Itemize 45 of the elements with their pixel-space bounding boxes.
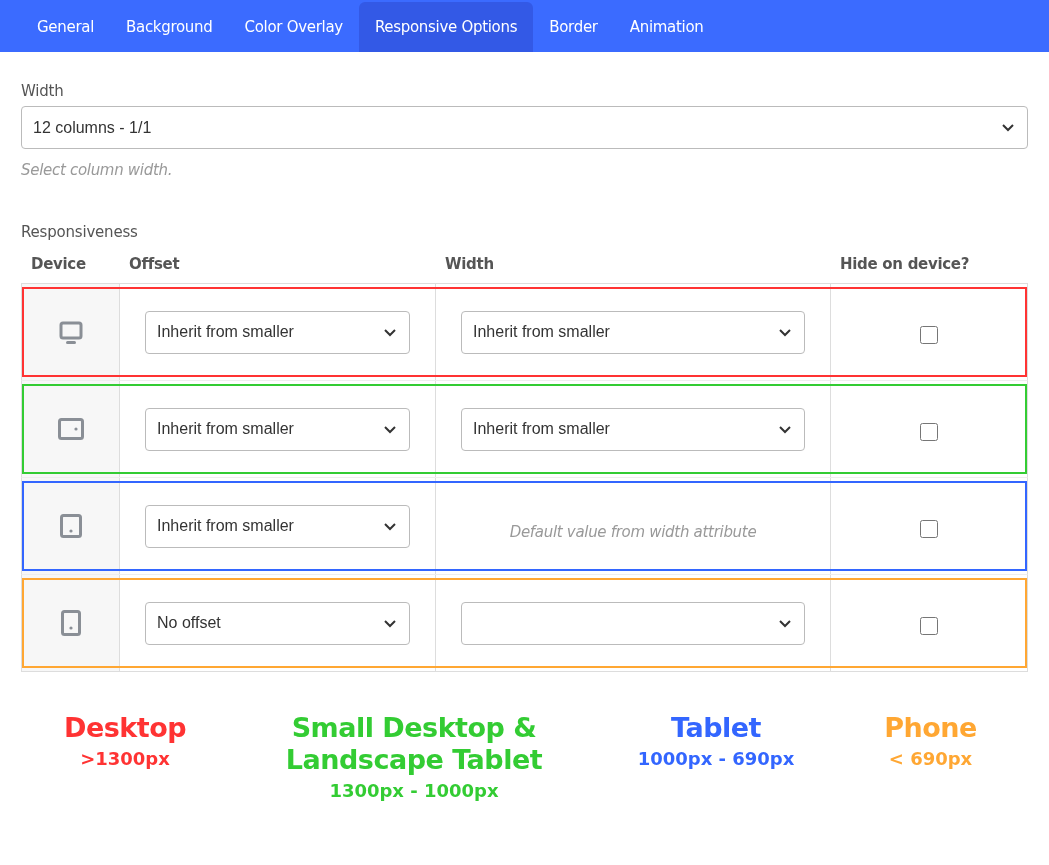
column-header: Device <box>30 255 87 273</box>
offset-select[interactable]: Inherit from smaller <box>145 310 410 354</box>
width-select[interactable]: Inherit from smaller <box>461 310 805 354</box>
monitor-icon <box>57 319 84 345</box>
hide-checkbox[interactable] <box>920 423 938 441</box>
chevron-down-icon <box>383 521 397 531</box>
legend-title: Desktop <box>62 712 187 744</box>
tab[interactable]: Color Overlay <box>228 2 359 52</box>
legend-range: 1000px - 690px <box>636 748 796 769</box>
phone-icon <box>60 610 81 636</box>
column-header: Offset <box>128 255 181 273</box>
tab[interactable]: General <box>21 2 110 52</box>
tab[interactable]: Animation <box>613 2 720 52</box>
tablet-landscape-icon <box>57 418 84 440</box>
width-select[interactable]: Inherit from smaller <box>461 407 805 451</box>
chevron-down-icon <box>383 618 397 628</box>
legend-range: < 690px <box>887 748 974 769</box>
offset-select[interactable]: No offset <box>145 601 410 645</box>
section-label: Responsiveness <box>21 223 139 241</box>
chevron-down-icon <box>383 424 397 434</box>
offset-select[interactable]: Inherit from smaller <box>145 504 410 548</box>
tab[interactable]: Border <box>533 2 614 52</box>
field-label: Width <box>21 82 65 100</box>
chevron-down-icon <box>778 424 792 434</box>
hide-checkbox[interactable] <box>920 326 938 344</box>
hide-checkbox[interactable] <box>920 617 938 635</box>
legend-range: 1300px - 1000px <box>328 780 500 801</box>
tab[interactable]: Responsive Options <box>358 2 534 52</box>
tablet-icon <box>59 514 82 538</box>
help-text: Select column width. <box>21 161 174 179</box>
chevron-down-icon <box>778 327 792 337</box>
legend-title: Tablet <box>670 712 762 744</box>
offset-select[interactable]: Inherit from smaller <box>145 407 410 451</box>
note-text: Default value from width attribute <box>508 523 758 541</box>
legend-range: >1300px <box>79 748 171 769</box>
width-select[interactable]: 12 columns - 1/1 <box>21 106 1028 149</box>
legend-title: Phone <box>883 712 978 744</box>
hide-checkbox[interactable] <box>920 520 938 538</box>
legend-title: Small Desktop & Landscape Tablet <box>284 712 544 776</box>
column-header: Width <box>444 255 495 273</box>
tab[interactable]: Background <box>110 2 229 52</box>
chevron-down-icon <box>1001 123 1015 132</box>
chevron-down-icon <box>778 618 792 628</box>
chevron-down-icon <box>383 327 397 337</box>
column-header: Hide on device? <box>839 255 971 273</box>
